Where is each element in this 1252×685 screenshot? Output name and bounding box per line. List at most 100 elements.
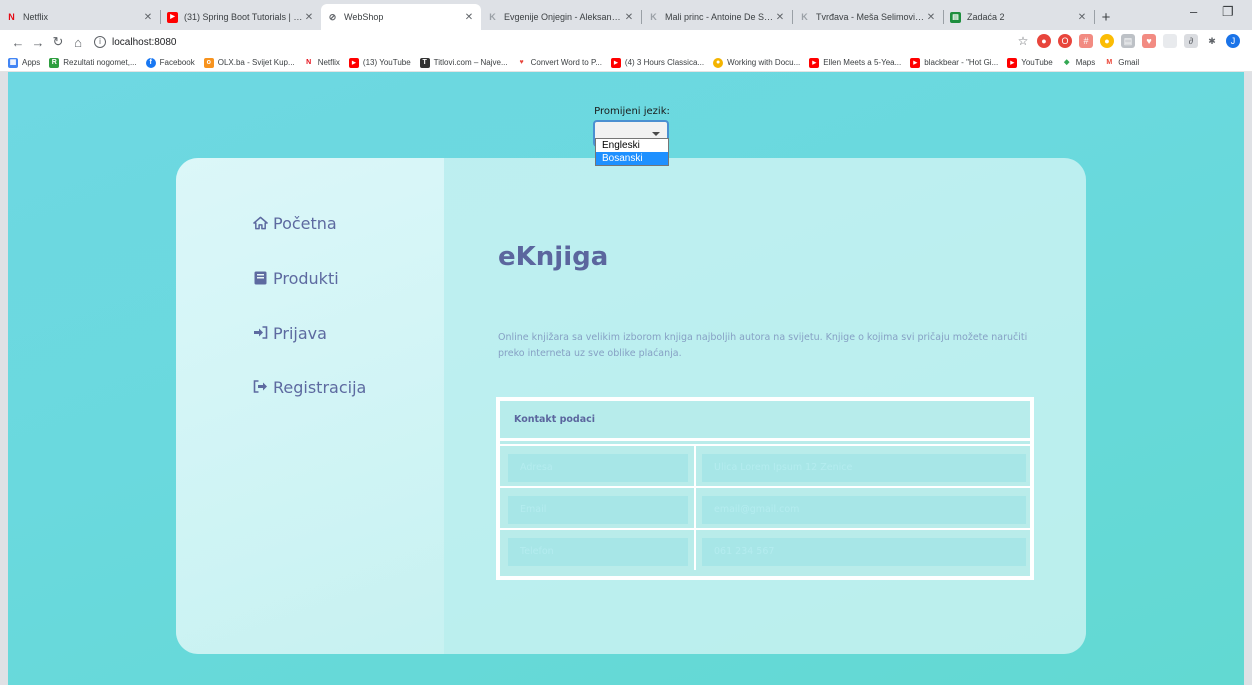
titlovi-icon: T: [419, 57, 430, 68]
column-divider: [694, 488, 696, 528]
book-icon: [252, 271, 268, 287]
youtube-icon: ▶: [910, 57, 921, 68]
new-tab-button[interactable]: +: [1095, 4, 1117, 30]
classroom-icon: ▤: [950, 11, 961, 23]
contact-table-body: Kontakt podaci Adresa Ulica Lorem Ipsum …: [500, 401, 1030, 576]
bookmark-label: Rezultati nogomet,...: [63, 58, 137, 67]
tab-title: Zadaća 2: [967, 12, 1005, 22]
netflix-icon: N: [303, 57, 314, 68]
bookmark-label: OLX.ba - Svijet Kup...: [217, 58, 295, 67]
minimize-icon[interactable]: –: [1190, 4, 1197, 19]
bookmark-label: (13) YouTube: [362, 58, 411, 67]
bookmark-maps[interactable]: ◆ Maps: [1061, 57, 1095, 68]
tab-title: Tvrđava - Meša Selimović | Knjig: [816, 12, 925, 22]
adblock-icon[interactable]: ●: [1037, 34, 1051, 48]
opera-icon[interactable]: O: [1058, 34, 1072, 48]
bookmark-label: Facebook: [159, 58, 195, 67]
nav-item-prijava[interactable]: Prijava: [252, 324, 327, 343]
tab-spring-boot[interactable]: ▶ (31) Spring Boot Tutorials | Full C ✕: [161, 4, 321, 30]
bookmark-label: Ellen Meets a 5-Yea...: [823, 58, 902, 67]
close-icon[interactable]: ✕: [142, 12, 154, 23]
bookmark-label: Netflix: [317, 58, 340, 67]
nav-item-pocetna[interactable]: Početna: [252, 214, 337, 233]
facebook-icon: f: [145, 57, 156, 68]
contact-value-email: email@gmail.com: [702, 496, 1026, 524]
dropdown-arrow-icon[interactable]: [652, 132, 660, 136]
close-icon[interactable]: ✕: [774, 12, 786, 23]
bookmark-star-icon[interactable]: ☆: [1016, 34, 1030, 48]
link-extension-icon[interactable]: ∂: [1184, 34, 1198, 48]
maps-pin-icon: ◆: [1061, 57, 1072, 68]
bookmark-classical[interactable]: ▶ (4) 3 Hours Classica...: [610, 57, 705, 68]
convert-icon: ♥: [516, 57, 527, 68]
tab-title: Mali princ - Antoine De Saint Ex: [665, 12, 774, 22]
contact-key-email: Email: [508, 496, 688, 524]
home-icon[interactable]: ⌂: [68, 35, 88, 50]
close-icon[interactable]: ✕: [925, 12, 937, 23]
blank-extension-icon[interactable]: [1163, 34, 1177, 48]
tab-zadaca-2[interactable]: ▤ Zadaća 2 ✕: [944, 4, 1094, 30]
grid-extension-icon[interactable]: #: [1079, 34, 1093, 48]
shield-extension-icon[interactable]: ♥: [1142, 34, 1156, 48]
sidebar: Početna Produkti Prijava Registracija: [176, 158, 444, 654]
nav-item-produkti[interactable]: Produkti: [252, 269, 339, 288]
contact-key-adresa: Adresa: [508, 454, 688, 482]
contact-table: Kontakt podaci Adresa Ulica Lorem Ipsum …: [496, 397, 1034, 580]
bookmark-label: Gmail: [1118, 58, 1140, 67]
netflix-icon: N: [8, 11, 15, 22]
contact-value-adresa: Ulica Lorem Ipsum 12 Zenice: [702, 454, 1026, 482]
table-row: Adresa Ulica Lorem Ipsum 12 Zenice: [500, 444, 1030, 486]
bookmark-gmail[interactable]: M Gmail: [1104, 57, 1140, 68]
close-icon[interactable]: ✕: [463, 12, 475, 23]
tab-webshop[interactable]: ⊘ WebShop ✕: [321, 4, 481, 30]
bookmark-label: Working with Docu...: [727, 58, 801, 67]
tab-netflix[interactable]: N Netflix ✕: [0, 4, 160, 30]
apps-icon: ▦: [8, 57, 18, 68]
bookmark-blackbear[interactable]: ▶ blackbear - "Hot Gi...: [910, 57, 998, 68]
reload-icon[interactable]: ↻: [48, 34, 68, 50]
forward-arrow-icon[interactable]: →: [28, 35, 48, 50]
youtube-icon: ▶: [809, 57, 820, 68]
restore-icon[interactable]: ❐: [1222, 4, 1234, 20]
youtube-icon: ▶: [348, 57, 359, 68]
table-row: Telefon 061 234 567: [500, 528, 1030, 570]
book-icon: K: [489, 11, 496, 22]
table-row: Email email@gmail.com: [500, 486, 1030, 528]
bookmark-convert-word[interactable]: ♥ Convert Word to P...: [516, 57, 602, 68]
language-option-bosanski[interactable]: Bosanski: [596, 152, 668, 165]
home-icon: [252, 216, 268, 232]
address-bar[interactable]: i localhost:8080: [94, 36, 177, 48]
bookmark-olx[interactable]: o OLX.ba - Svijet Kup...: [203, 57, 295, 68]
rezultati-icon: R: [49, 57, 60, 68]
tab-evgenije-onjegin[interactable]: K Evgenije Onjegin - Aleksandar P ✕: [481, 4, 641, 30]
bookmark-titlovi[interactable]: T Titlovi.com – Najve...: [419, 57, 508, 68]
bookmark-working-docs[interactable]: ● Working with Docu...: [713, 57, 801, 68]
puzzle-icon[interactable]: ✱: [1205, 34, 1219, 48]
color-extension-icon[interactable]: ●: [1100, 34, 1114, 48]
bookmark-apps[interactable]: ▦ Apps: [8, 57, 40, 68]
bookmark-facebook[interactable]: f Facebook: [145, 57, 195, 68]
document-extension-icon[interactable]: ▤: [1121, 34, 1135, 48]
close-icon[interactable]: ✕: [1076, 12, 1088, 23]
bookmark-label: (4) 3 Hours Classica...: [624, 58, 705, 67]
language-option-engleski[interactable]: Engleski: [596, 139, 668, 152]
tab-mali-princ[interactable]: K Mali princ - Antoine De Saint Ex ✕: [642, 4, 792, 30]
bookmark-youtube[interactable]: ▶ YouTube: [1007, 57, 1053, 68]
close-icon[interactable]: ✕: [623, 12, 635, 23]
back-arrow-icon[interactable]: ←: [8, 35, 28, 50]
url-text[interactable]: localhost:8080: [112, 37, 177, 48]
bookmark-netflix[interactable]: N Netflix: [303, 57, 340, 68]
nav-item-registracija[interactable]: Registracija: [252, 378, 366, 397]
bookmark-ellen[interactable]: ▶ Ellen Meets a 5-Yea...: [809, 57, 902, 68]
profile-avatar[interactable]: J: [1226, 34, 1240, 48]
nav-label: Prijava: [273, 324, 327, 343]
tab-title: (31) Spring Boot Tutorials | Full C: [184, 12, 303, 22]
bookmark-rezultati[interactable]: R Rezultati nogomet,...: [49, 57, 137, 68]
tab-tvrdava[interactable]: K Tvrđava - Meša Selimović | Knjig ✕: [793, 4, 943, 30]
browser-toolbar: ← → ↻ ⌂ i localhost:8080 ☆ ● O # ● ▤ ♥ ∂…: [0, 30, 1252, 54]
language-label: Promijeni jezik:: [594, 106, 670, 117]
bookmark-youtube-13[interactable]: ▶ (13) YouTube: [348, 57, 411, 68]
info-icon[interactable]: i: [94, 36, 106, 48]
sign-in-icon: [252, 325, 268, 342]
close-icon[interactable]: ✕: [303, 12, 315, 23]
